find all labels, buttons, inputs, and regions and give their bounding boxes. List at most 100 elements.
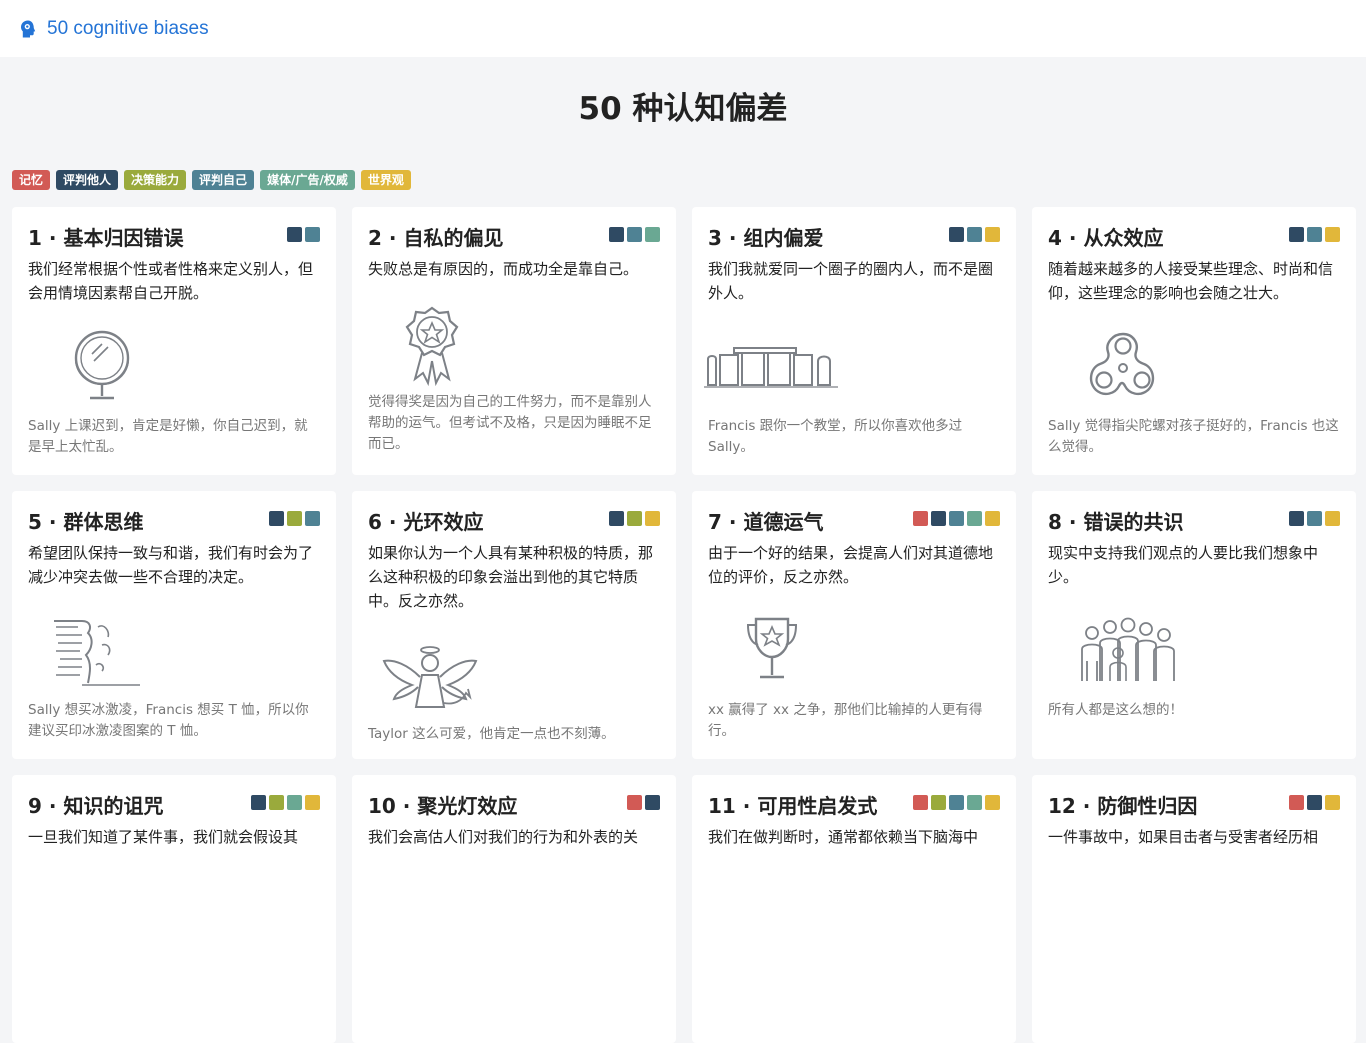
bias-card-title: 8 · 错误的共识 bbox=[1048, 510, 1184, 534]
bias-card[interactable]: 4 · 从众效应 随着越来越多的人接受某些理念、时尚和信仰，这些理念的影响也会随之… bbox=[1032, 207, 1356, 475]
bias-card-description: 我们在做判断时，通常都依赖当下脑海中 bbox=[708, 828, 979, 846]
bias-card-title: 7 · 道德运气 bbox=[708, 510, 824, 534]
category-tag[interactable]: 媒体/广告/权威 bbox=[260, 170, 355, 190]
bias-card-header: 7 · 道德运气 bbox=[708, 509, 1000, 535]
page-title: 50 种认知偏差 bbox=[578, 91, 788, 127]
bias-card-example: Sally 想买冰激凌，Francis 想买 T 恤，所以你建议买印冰激凌图案的… bbox=[28, 702, 309, 739]
category-swatch bbox=[967, 227, 982, 242]
bias-card[interactable]: 1 · 基本归因错误我们经常根据个性或者性格来定义别人，但会用情境因素帮自己开脱… bbox=[12, 207, 336, 475]
bias-card-header: 4 · 从众效应 bbox=[1048, 225, 1340, 251]
category-swatch bbox=[913, 511, 928, 526]
bias-card-title: 5 · 群体思维 bbox=[28, 510, 144, 534]
bias-card-example: Taylor 这么可爱，他肯定一点也不刻薄。 bbox=[368, 726, 615, 742]
category-swatch bbox=[985, 227, 1000, 242]
category-swatch bbox=[305, 795, 320, 810]
category-swatch bbox=[287, 795, 302, 810]
category-swatch bbox=[1325, 227, 1340, 242]
bias-card-description: 一件事故中，如果目击者与受害者经历相 bbox=[1048, 828, 1319, 846]
bias-card-description: 一旦我们知道了某件事，我们就会假设其 bbox=[28, 828, 299, 846]
fidget-spinner-icon bbox=[1088, 330, 1158, 398]
category-tag[interactable]: 评判他人 bbox=[56, 170, 119, 190]
bias-card-example: Sally 上课迟到，肯定是好懒，你自己迟到，就是早上太忙乱。 bbox=[28, 418, 308, 455]
bias-card-title: 4 · 从众效应 bbox=[1048, 226, 1164, 250]
bias-card-title: 1 · 基本归因错误 bbox=[28, 226, 184, 250]
category-tag[interactable]: 评判自己 bbox=[192, 170, 255, 190]
bias-card[interactable]: 12 · 防御性归因一件事故中，如果目击者与受害者经历相 bbox=[1032, 775, 1356, 1043]
bias-card-header: 3 · 组内偏爱 bbox=[708, 225, 1000, 251]
category-swatch bbox=[1307, 227, 1322, 242]
category-swatches bbox=[913, 511, 1000, 526]
bias-card-description: 希望团队保持一致与和谐，我们有时会为了减少冲突去做一些不合理的决定。 bbox=[28, 544, 314, 586]
category-swatch bbox=[931, 795, 946, 810]
bias-card-example: xx 赢得了 xx 之争，那他们比输掉的人更有得行。 bbox=[708, 702, 983, 739]
bias-card-example: Sally 觉得指尖陀螺对孩子挺好的，Francis 也这么觉得。 bbox=[1048, 418, 1339, 455]
category-swatch bbox=[1307, 795, 1322, 810]
category-swatch bbox=[609, 511, 624, 526]
bias-card-title: 10 · 聚光灯效应 bbox=[368, 794, 518, 818]
bias-card-example: 觉得得奖是因为自己的工件努力，而不是靠别人帮助的运气。但考试不及格，只是因为睡眠… bbox=[368, 394, 652, 452]
category-swatch bbox=[645, 511, 660, 526]
bias-card-title: 12 · 防御性归因 bbox=[1048, 794, 1198, 818]
bias-card[interactable]: 10 · 聚光灯效应 我们会高估人们对我们的行为和外表的关 bbox=[352, 775, 676, 1043]
bias-card[interactable]: 11 · 可用性启发式我们在做判断时，通常都依赖当下脑海中 bbox=[692, 775, 1016, 1043]
category-swatches bbox=[251, 795, 320, 810]
bias-card[interactable]: 6 · 光环效应 如果你认为一个人具有某种积极的特质，那么这种积极的印象会溢出到他… bbox=[352, 491, 676, 759]
category-tag[interactable]: 决策能力 bbox=[124, 170, 187, 190]
bias-card-header: 10 · 聚光灯效应 bbox=[368, 793, 660, 819]
category-swatch bbox=[305, 511, 320, 526]
category-swatches bbox=[609, 227, 660, 242]
bias-card[interactable]: 9 · 知识的诅咒一旦我们知道了某件事，我们就会假设其 bbox=[12, 775, 336, 1043]
category-swatch bbox=[627, 795, 642, 810]
category-swatches bbox=[1289, 227, 1340, 242]
bias-card-description: 现实中支持我们观点的人要比我们想象中少。 bbox=[1048, 544, 1319, 586]
bias-card-header: 11 · 可用性启发式 bbox=[708, 793, 1000, 819]
category-swatches bbox=[913, 795, 1000, 810]
trophy-icon bbox=[742, 615, 802, 685]
bias-card-example: Francis 跟你一个教堂，所以你喜欢他多过 Sally。 bbox=[708, 418, 963, 455]
category-swatch bbox=[949, 795, 964, 810]
bias-card[interactable]: 7 · 道德运气由于一个好的结果，会提高人们对其道德地位的评价，反之亦然。 xx… bbox=[692, 491, 1016, 759]
bias-card-description: 失败总是有原因的，而成功全是靠自己。 bbox=[368, 260, 639, 278]
bias-card-header: 9 · 知识的诅咒 bbox=[28, 793, 320, 819]
category-swatch bbox=[1289, 795, 1304, 810]
bias-card-grid: 1 · 基本归因错误我们经常根据个性或者性格来定义别人，但会用情境因素帮自己开脱… bbox=[12, 207, 1356, 1043]
bias-card-description: 由于一个好的结果，会提高人们对其道德地位的评价，反之亦然。 bbox=[708, 544, 994, 586]
category-swatch bbox=[1289, 511, 1304, 526]
bias-card-title: 11 · 可用性启发式 bbox=[708, 794, 878, 818]
category-swatch bbox=[645, 795, 660, 810]
award-ribbon-icon bbox=[402, 305, 462, 389]
bias-card-title: 9 · 知识的诅咒 bbox=[28, 794, 164, 818]
category-swatch bbox=[1289, 227, 1304, 242]
category-swatch bbox=[645, 227, 660, 242]
bias-card[interactable]: 8 · 错误的共识现实中支持我们观点的人要比我们想象中少。 所有人都是这么想的！ bbox=[1032, 491, 1356, 759]
brain-head-icon bbox=[18, 19, 38, 39]
site-title-link[interactable]: 50 cognitive biases bbox=[47, 18, 209, 40]
bias-card[interactable]: 5 · 群体思维希望团队保持一致与和谐，我们有时会为了减少冲突去做一些不合理的决… bbox=[12, 491, 336, 759]
stonehenge-icon bbox=[702, 345, 842, 391]
category-tag[interactable]: 世界观 bbox=[360, 170, 411, 190]
bias-card-title: 3 · 组内偏爱 bbox=[708, 226, 824, 250]
category-legend: 记忆 评判他人 决策能力 评判自己 媒体/广告/权威 世界观 bbox=[12, 170, 411, 190]
bias-card-header: 1 · 基本归因错误 bbox=[28, 225, 320, 251]
crowd-icon bbox=[1072, 615, 1182, 685]
category-swatches bbox=[1289, 795, 1340, 810]
mirror-icon bbox=[70, 330, 140, 400]
category-tag[interactable]: 记忆 bbox=[12, 170, 51, 190]
bias-card-example: 所有人都是这么想的！ bbox=[1048, 702, 1183, 718]
bias-card-title: 2 · 自私的偏见 bbox=[368, 226, 504, 250]
category-swatch bbox=[1325, 795, 1340, 810]
category-swatch bbox=[967, 795, 982, 810]
bias-card-description: 我们经常根据个性或者性格来定义别人，但会用情境因素帮自己开脱。 bbox=[28, 260, 314, 302]
category-swatches bbox=[269, 511, 320, 526]
bias-card-header: 12 · 防御性归因 bbox=[1048, 793, 1340, 819]
category-swatch bbox=[287, 511, 302, 526]
category-swatch bbox=[305, 227, 320, 242]
category-swatch bbox=[269, 511, 284, 526]
category-swatches bbox=[287, 227, 320, 242]
bias-card-header: 2 · 自私的偏见 bbox=[368, 225, 660, 251]
bias-card[interactable]: 3 · 组内偏爱 我们我就爱同一个圈子的圈内人，而不是圈外人。 Francis 跟… bbox=[692, 207, 1016, 475]
category-swatch bbox=[967, 511, 982, 526]
bias-card-header: 5 · 群体思维 bbox=[28, 509, 320, 535]
category-swatch bbox=[985, 511, 1000, 526]
bias-card[interactable]: 2 · 自私的偏见失败总是有原因的，而成功全是靠自己。 觉得得奖是因为自己的工件… bbox=[352, 207, 676, 475]
